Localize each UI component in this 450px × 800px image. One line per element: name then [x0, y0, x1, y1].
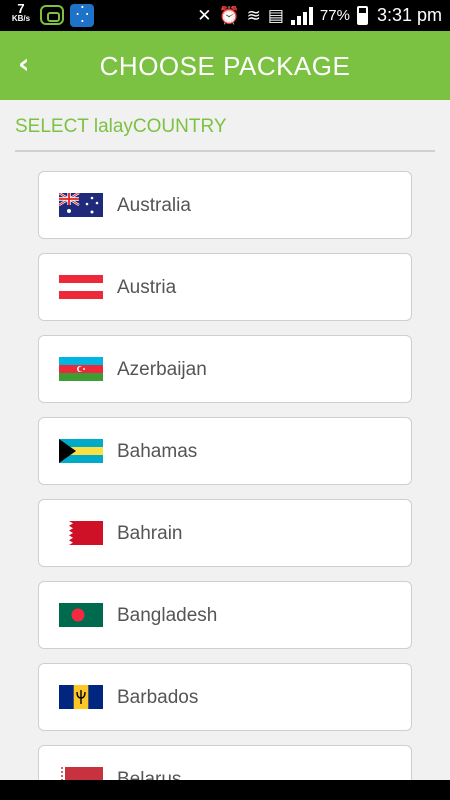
section-divider	[15, 150, 435, 152]
bahrain-flag-icon	[59, 521, 103, 545]
country-name: Belarus	[117, 769, 182, 780]
clock: 3:31 pm	[376, 5, 442, 25]
country-name: Australia	[117, 195, 191, 216]
country-name: Azerbaijan	[117, 359, 207, 380]
azerbaijan-flag-icon	[59, 357, 103, 381]
country-name: Bangladesh	[117, 605, 218, 626]
status-icons: ✕ ⏰ ≋ ▤ 77% 3:31 pm	[197, 0, 442, 31]
section-title: SELECT lalayCOUNTRY	[15, 116, 227, 137]
status-bar: 7 KB/s ✕ ⏰ ≋ ▤ 77% 3:31 pm	[0, 0, 450, 31]
sim-icon: ▤	[267, 5, 284, 26]
country-item-bangladesh[interactable]: Bangladesh	[38, 581, 412, 649]
wifi-icon: ≋	[246, 5, 261, 26]
chat-app-notification-icon	[40, 5, 64, 25]
country-name: Bahrain	[117, 523, 183, 544]
country-item-belarus[interactable]: Belarus	[38, 745, 412, 780]
main-content[interactable]: SELECT lalayCOUNTRY Australia Austria Az…	[0, 100, 450, 780]
bottom-bar	[0, 780, 450, 800]
alarm-icon: ⏰	[218, 5, 240, 26]
country-item-australia[interactable]: Australia	[38, 171, 412, 239]
barbados-flag-icon	[59, 685, 103, 709]
country-item-austria[interactable]: Austria	[38, 253, 412, 321]
mute-icon: ✕	[197, 5, 212, 26]
country-item-barbados[interactable]: Barbados	[38, 663, 412, 731]
battery-percentage: 77%	[319, 7, 350, 24]
country-item-bahrain[interactable]: Bahrain	[38, 499, 412, 567]
bangladesh-flag-icon	[59, 603, 103, 627]
country-name: Barbados	[117, 687, 199, 708]
page-title: CHOOSE PACKAGE	[99, 51, 351, 81]
app-notification-icon	[70, 4, 94, 27]
country-list: Australia Austria Azerbaijan Bahamas Bah…	[38, 171, 412, 780]
battery-icon	[356, 6, 368, 25]
app-bar: ‹ CHOOSE PACKAGE	[0, 31, 450, 100]
signal-icon	[290, 6, 313, 25]
australia-flag-icon	[59, 193, 103, 217]
country-item-bahamas[interactable]: Bahamas	[38, 417, 412, 485]
network-speed-unit: KB/s	[11, 14, 31, 23]
country-name: Austria	[117, 277, 177, 298]
country-item-azerbaijan[interactable]: Azerbaijan	[38, 335, 412, 403]
belarus-flag-icon	[59, 767, 103, 780]
network-speed-indicator: 7 KB/s	[8, 2, 34, 23]
austria-flag-icon	[59, 275, 103, 299]
bahamas-flag-icon	[59, 439, 103, 463]
country-name: Bahamas	[117, 441, 198, 462]
